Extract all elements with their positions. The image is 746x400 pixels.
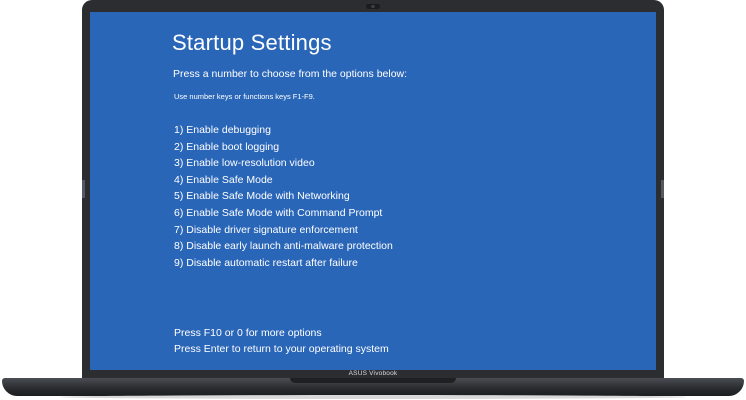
- key-hint-text: Use number keys or functions keys F1-F9.: [174, 92, 315, 101]
- option-disable-driver-signature-enforcement[interactable]: 7) Disable driver signature enforcement: [174, 222, 393, 239]
- return-to-os-text[interactable]: Press Enter to return to your operating …: [174, 341, 389, 357]
- footer-instructions: Press F10 or 0 for more options Press En…: [174, 325, 389, 358]
- option-enable-debugging[interactable]: 1) Enable debugging: [174, 122, 393, 139]
- brand-logo: ASUS Vivobook: [348, 370, 398, 377]
- webcam-lens-icon: [371, 5, 375, 8]
- base-shadow: [60, 395, 686, 399]
- option-enable-safe-mode-command-prompt[interactable]: 6) Enable Safe Mode with Command Prompt: [174, 205, 393, 222]
- option-enable-boot-logging[interactable]: 2) Enable boot logging: [174, 139, 393, 156]
- page-title: Startup Settings: [172, 30, 332, 55]
- option-disable-automatic-restart[interactable]: 9) Disable automatic restart after failu…: [174, 255, 393, 272]
- option-disable-early-launch-anti-malware[interactable]: 8) Disable early launch anti-malware pro…: [174, 238, 393, 255]
- lid-side-button-left: [82, 180, 85, 198]
- instructions-text: Press a number to choose from the option…: [173, 68, 408, 80]
- startup-settings-screen: Startup Settings Press a number to choos…: [90, 12, 656, 370]
- lid-side-button-right: [661, 180, 664, 198]
- option-enable-safe-mode[interactable]: 4) Enable Safe Mode: [174, 172, 393, 189]
- startup-options-list: 1) Enable debugging 2) Enable boot loggi…: [174, 122, 393, 271]
- option-enable-safe-mode-networking[interactable]: 5) Enable Safe Mode with Networking: [174, 188, 393, 205]
- option-enable-low-resolution-video[interactable]: 3) Enable low-resolution video: [174, 155, 393, 172]
- lid-opening-notch: [290, 378, 456, 383]
- more-options-text[interactable]: Press F10 or 0 for more options: [174, 325, 389, 341]
